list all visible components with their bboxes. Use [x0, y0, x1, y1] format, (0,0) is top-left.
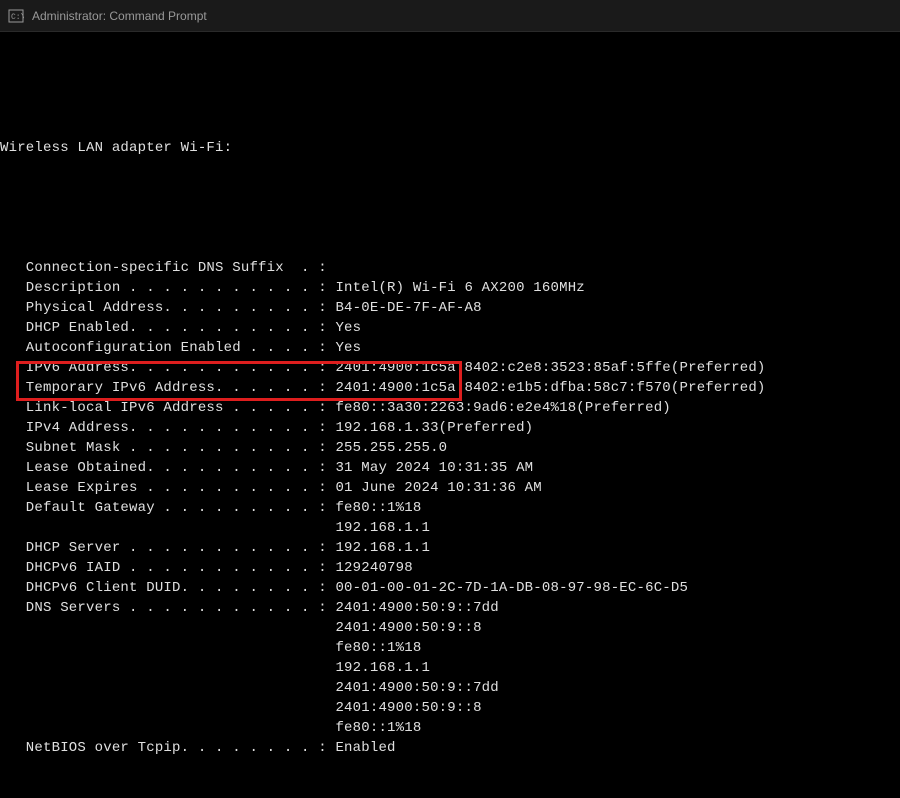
- config-line: 2401:4900:50:9::8: [0, 618, 900, 638]
- config-line: Lease Obtained. . . . . . . . . . : 31 M…: [0, 458, 900, 478]
- config-line: Autoconfiguration Enabled . . . . : Yes: [0, 338, 900, 358]
- config-line: 2401:4900:50:9::8: [0, 698, 900, 718]
- config-line: DHCP Server . . . . . . . . . . . : 192.…: [0, 538, 900, 558]
- adapter-header: Wireless LAN adapter Wi-Fi:: [0, 138, 900, 158]
- svg-text:C:\: C:\: [11, 13, 24, 22]
- config-line: DHCP Enabled. . . . . . . . . . . : Yes: [0, 318, 900, 338]
- config-line: 192.168.1.1: [0, 518, 900, 538]
- config-line: DNS Servers . . . . . . . . . . . : 2401…: [0, 598, 900, 618]
- terminal-output: Wireless LAN adapter Wi-Fi: Connection-s…: [0, 32, 900, 798]
- config-line: IPv6 Address. . . . . . . . . . . : 2401…: [0, 358, 900, 378]
- window-titlebar[interactable]: C:\ Administrator: Command Prompt: [0, 0, 900, 32]
- config-line: Lease Expires . . . . . . . . . . : 01 J…: [0, 478, 900, 498]
- config-line: Description . . . . . . . . . . . : Inte…: [0, 278, 900, 298]
- config-line: 2401:4900:50:9::7dd: [0, 678, 900, 698]
- config-line: Subnet Mask . . . . . . . . . . . : 255.…: [0, 438, 900, 458]
- config-line: Link-local IPv6 Address . . . . . : fe80…: [0, 398, 900, 418]
- cmd-icon: C:\: [8, 8, 24, 24]
- config-line: IPv4 Address. . . . . . . . . . . : 192.…: [0, 418, 900, 438]
- config-line: 192.168.1.1: [0, 658, 900, 678]
- config-line: DHCPv6 IAID . . . . . . . . . . . : 1292…: [0, 558, 900, 578]
- config-line: Default Gateway . . . . . . . . . : fe80…: [0, 498, 900, 518]
- config-line: Connection-specific DNS Suffix . :: [0, 258, 900, 278]
- config-line: Physical Address. . . . . . . . . : B4-0…: [0, 298, 900, 318]
- blank-line: [0, 78, 900, 98]
- config-line: NetBIOS over Tcpip. . . . . . . . : Enab…: [0, 738, 900, 758]
- window-title: Administrator: Command Prompt: [32, 9, 207, 23]
- config-line: fe80::1%18: [0, 638, 900, 658]
- config-line: fe80::1%18: [0, 718, 900, 738]
- blank-line: [0, 198, 900, 218]
- config-line: Temporary IPv6 Address. . . . . . : 2401…: [0, 378, 900, 398]
- config-line: DHCPv6 Client DUID. . . . . . . . : 00-0…: [0, 578, 900, 598]
